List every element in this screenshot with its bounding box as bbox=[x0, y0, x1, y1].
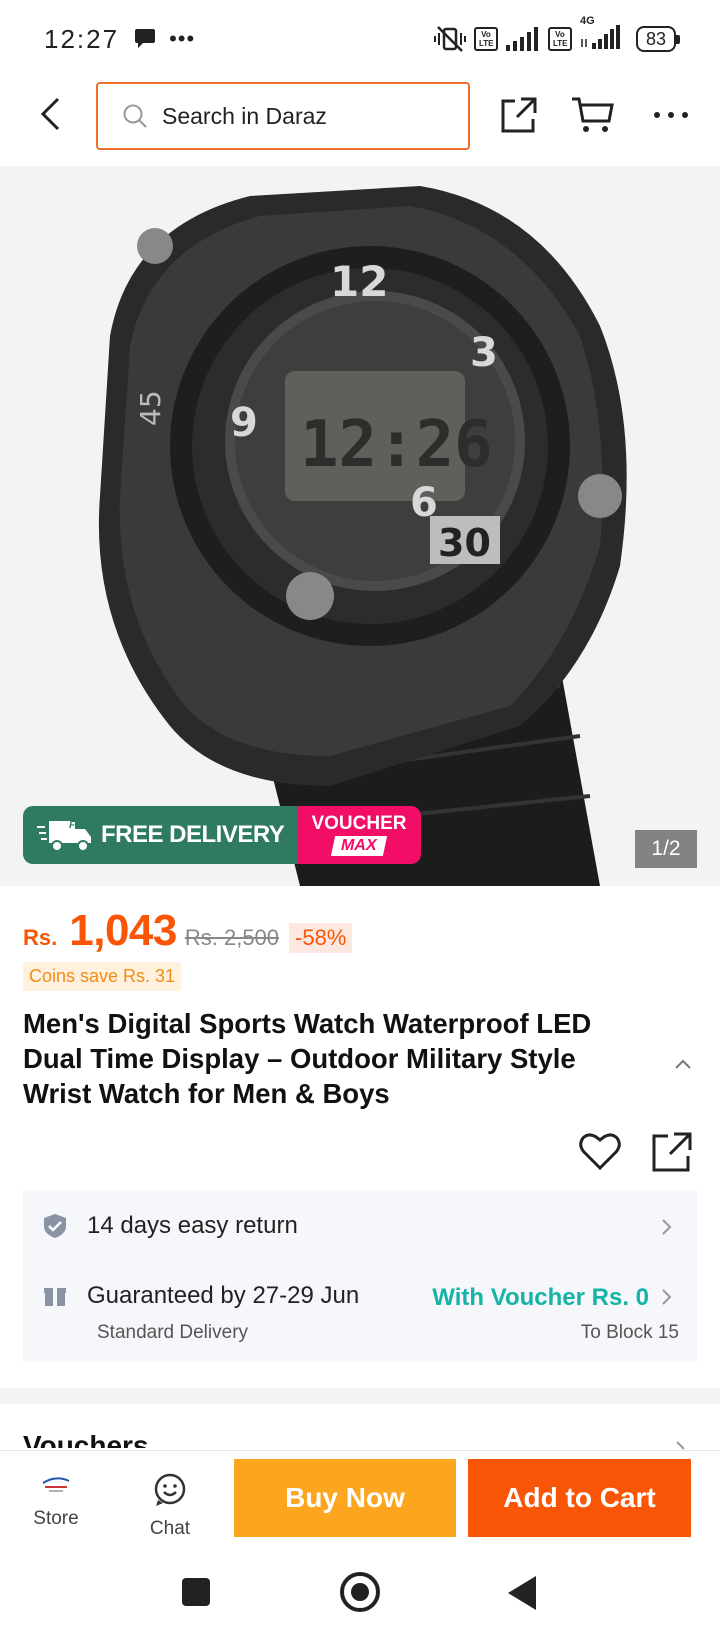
search-placeholder: Search in Daraz bbox=[162, 102, 327, 129]
back-button[interactable] bbox=[30, 94, 70, 134]
svg-text:30: 30 bbox=[438, 521, 491, 565]
system-nav-bar bbox=[0, 1550, 720, 1640]
image-counter: 1/2 bbox=[635, 830, 697, 868]
status-bar: 12:27 ••• Vo LTE Vo LTE 4G 83 bbox=[0, 0, 720, 78]
price-row: Rs. 1,043 Rs. 2,500 -58% bbox=[23, 906, 353, 956]
delivery-row[interactable]: Guaranteed by 27-29 Jun bbox=[43, 1282, 359, 1310]
free-badge: FREE bbox=[69, 820, 94, 831]
status-time: 12:27 bbox=[44, 23, 120, 54]
promo-banner: FREE FREE DELIVERY VOUCHER MAX bbox=[23, 806, 421, 864]
package-icon bbox=[44, 1286, 66, 1306]
delivery-type: Standard Delivery bbox=[97, 1322, 249, 1343]
cart-icon bbox=[572, 97, 614, 132]
chat-label: Chat bbox=[149, 1518, 191, 1539]
return-policy-text: 14 days easy return bbox=[87, 1212, 298, 1239]
svg-text:12:26: 12:26 bbox=[300, 408, 493, 482]
volte-badge-2: Vo LTE bbox=[547, 27, 572, 51]
network-type: 4G bbox=[579, 14, 595, 27]
more-icon bbox=[654, 112, 688, 118]
battery-indicator: 83 bbox=[635, 26, 681, 52]
vouchers-section-title[interactable]: Vouchers bbox=[23, 1428, 149, 1448]
delivery-info-card: 14 days easy return Guaranteed by 27-29 … bbox=[23, 1190, 697, 1362]
store-logo-icon bbox=[42, 1477, 70, 1492]
current-price: 1,043 bbox=[69, 906, 177, 955]
cart-button[interactable] bbox=[570, 92, 616, 138]
free-delivery-label: FREE DELIVERY bbox=[101, 821, 285, 848]
bottom-action-bar: Store Chat Buy Now Add to Cart bbox=[0, 1450, 720, 1550]
chevron-right-icon bbox=[662, 1289, 672, 1305]
original-price: Rs. 2,500 bbox=[184, 925, 280, 950]
add-to-cart-button[interactable]: Add to Cart bbox=[468, 1459, 691, 1537]
chevron-up-icon bbox=[675, 1059, 691, 1069]
top-header: Search in Daraz bbox=[0, 78, 720, 166]
store-label: Store bbox=[33, 1508, 79, 1529]
collapse-title-button[interactable] bbox=[668, 1052, 698, 1076]
delivery-location: To Block 15 bbox=[580, 1322, 679, 1343]
shield-check-icon bbox=[44, 1214, 66, 1238]
system-back-button[interactable] bbox=[508, 1576, 536, 1610]
share-icon bbox=[501, 97, 537, 133]
search-input[interactable]: Search in Daraz bbox=[96, 82, 470, 150]
search-icon bbox=[123, 104, 147, 128]
more-notifications-icon: ••• bbox=[169, 26, 196, 51]
share-product-button[interactable] bbox=[650, 1130, 694, 1174]
share-button[interactable] bbox=[496, 92, 542, 138]
section-divider bbox=[0, 1388, 720, 1404]
chevron-right-icon bbox=[662, 1219, 672, 1235]
signal-4g-icon bbox=[581, 24, 620, 49]
voucher-label: VOUCHER bbox=[311, 813, 407, 834]
home-button[interactable] bbox=[340, 1572, 380, 1612]
svg-text:3: 3 bbox=[470, 330, 498, 376]
svg-text:9: 9 bbox=[230, 400, 258, 446]
heart-icon bbox=[579, 1133, 621, 1171]
voucher-max-label: MAX bbox=[331, 836, 387, 856]
wishlist-button[interactable] bbox=[578, 1130, 622, 1174]
discount-badge: -58% bbox=[289, 923, 353, 953]
vibrate-off-icon bbox=[433, 26, 466, 52]
recents-button[interactable] bbox=[182, 1578, 210, 1606]
chat-button[interactable]: Chat bbox=[134, 1473, 206, 1540]
share-icon bbox=[652, 1132, 692, 1172]
delivery-guarantee: Guaranteed by 27-29 Jun bbox=[87, 1282, 360, 1309]
watch-image: 12:26 12 3 6 9 30 45 bbox=[98, 186, 627, 886]
delivery-voucher: With Voucher Rs. 0 bbox=[432, 1284, 649, 1311]
store-button[interactable]: Store bbox=[20, 1473, 92, 1530]
price-currency: Rs. bbox=[23, 925, 58, 950]
product-title: Men's Digital Sports Watch Waterproof LE… bbox=[23, 1008, 592, 1109]
message-icon bbox=[135, 29, 156, 48]
chat-icon bbox=[154, 1473, 186, 1506]
product-image-carousel[interactable]: 12:26 12 3 6 9 30 45 FREE FREE DELIVERY … bbox=[0, 166, 720, 886]
svg-text:12: 12 bbox=[330, 257, 388, 306]
coins-badge: Coins save Rs. 31 bbox=[23, 962, 182, 991]
svg-text:45: 45 bbox=[134, 390, 167, 426]
return-policy-row[interactable]: 14 days easy return bbox=[43, 1212, 298, 1240]
signal-icon bbox=[505, 27, 538, 51]
volte-badge-1: Vo LTE bbox=[473, 27, 498, 51]
more-options-button[interactable] bbox=[648, 92, 694, 138]
buy-now-button[interactable]: Buy Now bbox=[234, 1459, 456, 1537]
back-arrow-icon bbox=[40, 97, 60, 131]
